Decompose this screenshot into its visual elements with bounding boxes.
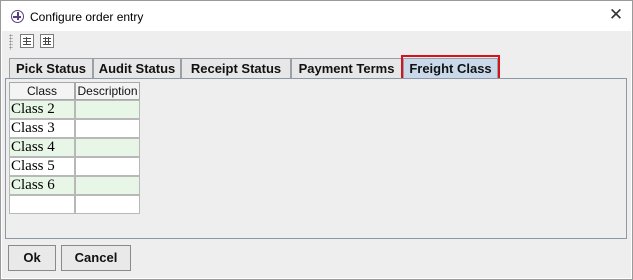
table-settings-icon[interactable] bbox=[40, 34, 54, 48]
table-cell-class[interactable]: Class 2 bbox=[9, 100, 75, 119]
toolbar-grip[interactable] bbox=[9, 34, 13, 50]
table-cell-description[interactable] bbox=[75, 100, 140, 119]
tab-receipt-status[interactable]: Receipt Status bbox=[181, 58, 291, 78]
table-cell-description[interactable] bbox=[75, 138, 140, 157]
tab-pick-status[interactable]: Pick Status bbox=[9, 58, 93, 78]
toolbar bbox=[2, 31, 631, 53]
column-header-class[interactable]: Class bbox=[9, 82, 75, 100]
table-cell-class[interactable]: Class 3 bbox=[9, 119, 75, 138]
active-tab-highlight bbox=[401, 55, 500, 80]
table-cell-description[interactable] bbox=[75, 119, 140, 138]
table-cell-class[interactable]: Class 4 bbox=[9, 138, 75, 157]
app-icon bbox=[11, 10, 24, 23]
column-header-description[interactable]: Description bbox=[75, 82, 140, 100]
main-area: Pick Status Audit Status Receipt Status … bbox=[2, 53, 631, 278]
dialog-window: Configure order entry ✕ Pick Status Audi… bbox=[0, 0, 633, 280]
ok-button[interactable]: Ok bbox=[8, 245, 56, 271]
freight-class-panel: Class Description Class 2 Class 3 Class … bbox=[5, 78, 627, 239]
table-cell-class[interactable] bbox=[9, 195, 75, 214]
table-cell-class[interactable]: Class 5 bbox=[9, 157, 75, 176]
title-bar: Configure order entry ✕ bbox=[2, 2, 631, 31]
table-cell-description[interactable] bbox=[75, 195, 140, 214]
table-cell-class[interactable]: Class 6 bbox=[9, 176, 75, 195]
tab-audit-status[interactable]: Audit Status bbox=[93, 58, 181, 78]
tab-payment-terms[interactable]: Payment Terms bbox=[291, 58, 402, 78]
table-cell-description[interactable] bbox=[75, 176, 140, 195]
table-cell-description[interactable] bbox=[75, 157, 140, 176]
close-icon[interactable]: ✕ bbox=[606, 5, 626, 25]
insert-row-icon[interactable] bbox=[20, 34, 34, 48]
window-title: Configure order entry bbox=[30, 10, 144, 24]
cancel-button[interactable]: Cancel bbox=[61, 245, 131, 271]
